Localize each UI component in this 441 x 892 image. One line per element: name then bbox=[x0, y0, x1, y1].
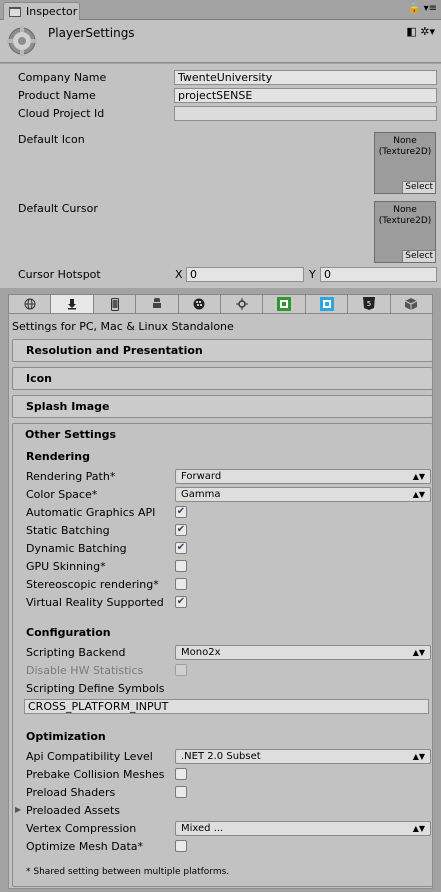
hotspot-x-label: X bbox=[175, 268, 183, 281]
default-cursor-slot[interactable]: None (Texture2D) Select bbox=[374, 201, 436, 263]
dropdown-value: .NET 2.0 Subset bbox=[181, 751, 261, 762]
dropdown-value: Forward bbox=[181, 471, 222, 482]
default-cursor-label: Default Cursor bbox=[18, 202, 98, 215]
help-settings-icons[interactable]: ◧ ✲▾ bbox=[406, 25, 435, 38]
resolution-section-header[interactable]: Resolution and Presentation bbox=[12, 339, 433, 362]
preloaded-assets-label[interactable]: Preloaded Assets bbox=[26, 804, 120, 817]
player-settings-gear-icon bbox=[7, 26, 37, 56]
dynamic-batching-checkbox[interactable]: ✔ bbox=[175, 542, 187, 554]
prebake-collision-checkbox[interactable] bbox=[175, 768, 187, 780]
gpu-skinning-checkbox[interactable] bbox=[175, 560, 187, 572]
rendering-title: Rendering bbox=[26, 450, 90, 463]
select-button[interactable]: Select bbox=[402, 250, 435, 262]
company-name-field[interactable]: TwenteUniversity bbox=[174, 70, 437, 85]
hotspot-x-field[interactable]: 0 bbox=[186, 267, 304, 282]
vertex-compression-label: Vertex Compression bbox=[26, 822, 137, 835]
chevron-updown-icon: ▲▼ bbox=[412, 824, 425, 833]
inspector-icon bbox=[9, 7, 21, 17]
dropdown-value: Gamma bbox=[181, 489, 221, 500]
rendering-path-dropdown[interactable]: Forward ▲▼ bbox=[175, 469, 431, 484]
prebake-collision-label: Prebake Collision Meshes bbox=[26, 768, 165, 781]
chevron-updown-icon: ▲▼ bbox=[412, 648, 425, 657]
company-name-label: Company Name bbox=[18, 71, 107, 84]
inspector-tab[interactable]: Inspector bbox=[3, 2, 80, 21]
auto-graphics-api-label: Automatic Graphics API bbox=[26, 506, 156, 519]
cursor-hotspot-label: Cursor Hotspot bbox=[18, 268, 101, 281]
tizen-icon[interactable] bbox=[221, 295, 264, 313]
page-title: PlayerSettings bbox=[48, 26, 135, 40]
chevron-updown-icon: ▲▼ bbox=[412, 472, 425, 481]
dynamic-batching-label: Dynamic Batching bbox=[26, 542, 127, 555]
inspector-header: PlayerSettings ◧ ✲▾ bbox=[0, 20, 441, 63]
hotspot-y-label: Y bbox=[309, 268, 316, 281]
shared-setting-footnote: * Shared setting between multiple platfo… bbox=[26, 867, 230, 877]
scripting-backend-dropdown[interactable]: Mono2x ▲▼ bbox=[175, 645, 431, 660]
scripting-backend-label: Scripting Backend bbox=[26, 646, 126, 659]
expand-triangle-icon[interactable]: ▶ bbox=[15, 805, 21, 814]
define-symbols-label: Scripting Define Symbols bbox=[26, 682, 165, 695]
chevron-updown-icon: ▲▼ bbox=[412, 490, 425, 499]
preload-shaders-label: Preload Shaders bbox=[26, 786, 116, 799]
optimize-mesh-label: Optimize Mesh Data* bbox=[26, 840, 144, 853]
vertex-compression-dropdown[interactable]: Mixed ... ▲▼ bbox=[175, 821, 431, 836]
windows-store-icon[interactable] bbox=[306, 295, 349, 313]
color-space-label: Color Space* bbox=[26, 488, 98, 501]
product-name-field[interactable]: projectSENSE bbox=[174, 88, 437, 103]
download-icon[interactable] bbox=[51, 295, 94, 313]
rendering-path-label: Rendering Path* bbox=[26, 470, 116, 483]
static-batching-checkbox[interactable]: ✔ bbox=[175, 524, 187, 536]
hotspot-y-field[interactable]: 0 bbox=[320, 267, 437, 282]
color-space-dropdown[interactable]: Gamma ▲▼ bbox=[175, 487, 431, 502]
optimize-mesh-checkbox[interactable] bbox=[175, 840, 187, 852]
disable-hw-stats-label: Disable HW Statistics bbox=[26, 664, 144, 677]
auto-graphics-api-checkbox[interactable]: ✔ bbox=[175, 506, 187, 518]
settings-for-label: Settings for PC, Mac & Linux Standalone bbox=[12, 320, 234, 333]
default-icon-slot[interactable]: None (Texture2D) Select bbox=[374, 132, 436, 194]
blackberry-icon[interactable] bbox=[179, 295, 222, 313]
window-tab-bar: Inspector 🔒 ▾≡ bbox=[0, 0, 441, 21]
define-symbols-field[interactable]: CROSS_PLATFORM_INPUT bbox=[24, 699, 429, 714]
gpu-skinning-label: GPU Skinning* bbox=[26, 560, 106, 573]
preload-shaders-checkbox[interactable] bbox=[175, 786, 187, 798]
texture-none: None bbox=[393, 205, 417, 215]
optimization-title: Optimization bbox=[26, 730, 106, 743]
splash-section-header[interactable]: Splash Image bbox=[12, 395, 433, 418]
stereo-rendering-checkbox[interactable] bbox=[175, 578, 187, 590]
other-settings-header[interactable]: Other Settings bbox=[25, 428, 116, 441]
android-icon[interactable] bbox=[136, 295, 179, 313]
webgl-icon[interactable] bbox=[391, 295, 432, 313]
default-icon-label: Default Icon bbox=[18, 133, 85, 146]
vr-supported-checkbox[interactable]: ✔ bbox=[175, 596, 187, 608]
dropdown-value: Mixed ... bbox=[181, 823, 224, 834]
vr-supported-label: Virtual Reality Supported bbox=[26, 596, 164, 609]
globe-icon[interactable] bbox=[9, 295, 52, 313]
texture-type: (Texture2D) bbox=[378, 147, 432, 157]
texture-type: (Texture2D) bbox=[378, 216, 432, 226]
html5-icon[interactable]: 5 bbox=[348, 295, 391, 313]
phone-icon[interactable] bbox=[94, 295, 137, 313]
api-compat-label: Api Compatibility Level bbox=[26, 750, 153, 763]
static-batching-label: Static Batching bbox=[26, 524, 110, 537]
lock-menu-icons[interactable]: 🔒 ▾≡ bbox=[408, 3, 437, 14]
stereo-rendering-label: Stereoscopic rendering* bbox=[26, 578, 159, 591]
cloud-project-label: Cloud Project Id bbox=[18, 107, 105, 120]
svg-text:5: 5 bbox=[367, 300, 371, 308]
chevron-updown-icon: ▲▼ bbox=[412, 752, 425, 761]
select-button[interactable]: Select bbox=[402, 181, 435, 193]
product-name-label: Product Name bbox=[18, 89, 96, 102]
xbox-icon[interactable] bbox=[263, 295, 306, 313]
cloud-project-field[interactable] bbox=[174, 106, 437, 121]
platform-tabs: 5 bbox=[8, 294, 433, 314]
texture-none: None bbox=[393, 136, 417, 146]
disable-hw-stats-checkbox bbox=[175, 664, 187, 676]
dropdown-value: Mono2x bbox=[181, 647, 221, 658]
configuration-title: Configuration bbox=[26, 626, 111, 639]
icon-section-header[interactable]: Icon bbox=[12, 367, 433, 390]
tab-label: Inspector bbox=[26, 5, 78, 18]
api-compat-dropdown[interactable]: .NET 2.0 Subset ▲▼ bbox=[175, 749, 431, 764]
